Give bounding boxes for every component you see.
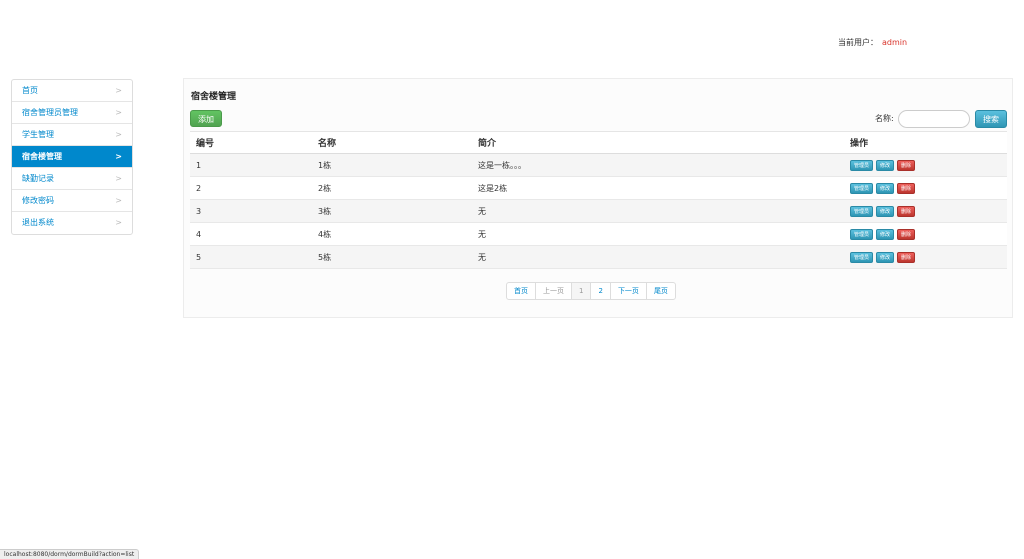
cell-actions: 管理员 修改 删除 <box>844 245 1007 269</box>
pagination-last[interactable]: 尾页 <box>647 283 675 299</box>
table-row: 3 3栋 无 管理员 修改 删除 <box>190 199 1007 223</box>
search-input[interactable] <box>898 110 970 128</box>
table-row: 2 2栋 这是2栋 管理员 修改 删除 <box>190 176 1007 200</box>
cell-id: 4 <box>190 222 312 246</box>
cell-actions: 管理员 修改 删除 <box>844 176 1007 200</box>
chevron-right-icon: > <box>115 174 122 183</box>
page-title: 宿舍楼管理 <box>191 92 237 102</box>
column-header-actions: 操作 <box>844 131 1007 154</box>
cell-intro: 这是2栋 <box>472 176 844 200</box>
manager-button[interactable]: 管理员 <box>850 205 874 217</box>
chevron-right-icon: > <box>115 130 122 139</box>
browser-status-url: localhost:8080/dorm/dormBuild?action=lis… <box>0 549 140 559</box>
cell-intro: 无 <box>472 245 844 269</box>
sidebar-item-label: 宿舍楼管理 <box>22 152 62 161</box>
chevron-right-icon: > <box>115 196 122 205</box>
delete-button[interactable]: 删除 <box>897 251 916 263</box>
column-header-name: 名称 <box>312 131 472 154</box>
sidebar-item-label: 首页 <box>22 86 38 95</box>
edit-button[interactable]: 修改 <box>876 228 895 240</box>
delete-button[interactable]: 删除 <box>897 205 916 217</box>
table-header-row: 编号 名称 简介 操作 <box>190 131 1007 154</box>
table-row: 4 4栋 无 管理员 修改 删除 <box>190 222 1007 246</box>
pagination-next[interactable]: 下一页 <box>611 283 647 299</box>
cell-actions: 管理员 修改 删除 <box>844 222 1007 246</box>
chevron-right-icon: > <box>115 152 122 161</box>
chevron-right-icon: > <box>115 218 122 227</box>
delete-button[interactable]: 删除 <box>897 159 916 171</box>
search-button[interactable]: 搜索 <box>975 110 1007 128</box>
add-button[interactable]: 添加 <box>190 110 222 127</box>
edit-button[interactable]: 修改 <box>876 182 895 194</box>
chevron-right-icon: > <box>115 86 122 95</box>
cell-intro: 这是一栋。。。 <box>472 153 844 177</box>
cell-name: 2栋 <box>312 176 472 200</box>
current-user-bar: 当前用户： admin <box>838 37 907 48</box>
column-header-intro: 简介 <box>472 131 844 154</box>
pagination-page-2[interactable]: 2 <box>591 283 611 299</box>
current-user-name: admin <box>882 38 908 47</box>
sidebar-item-dorm-manager[interactable]: 宿舍管理员管理 > <box>12 102 132 124</box>
cell-actions: 管理员 修改 删除 <box>844 199 1007 223</box>
edit-button[interactable]: 修改 <box>876 251 895 263</box>
table-row: 1 1栋 这是一栋。。。 管理员 修改 删除 <box>190 153 1007 177</box>
cell-id: 1 <box>190 153 312 177</box>
pagination: 首页 上一页 1 2 下一页 尾页 <box>506 282 676 300</box>
column-header-id: 编号 <box>190 131 312 154</box>
dorm-building-panel: 宿舍楼管理 添加 名称: 搜索 编号 名称 简介 操作 1 1栋 这是一栋。。。… <box>183 78 1013 318</box>
edit-button[interactable]: 修改 <box>876 159 895 171</box>
cell-intro: 无 <box>472 199 844 223</box>
pagination-prev: 上一页 <box>536 283 572 299</box>
delete-button[interactable]: 删除 <box>897 228 916 240</box>
table-row: 5 5栋 无 管理员 修改 删除 <box>190 245 1007 269</box>
cell-name: 3栋 <box>312 199 472 223</box>
sidebar-item-absence-records[interactable]: 缺勤记录 > <box>12 168 132 190</box>
sidebar-item-label: 修改密码 <box>22 196 54 205</box>
sidebar-item-students[interactable]: 学生管理 > <box>12 124 132 146</box>
sidebar-item-label: 缺勤记录 <box>22 174 54 183</box>
sidebar-item-logout[interactable]: 退出系统 > <box>12 212 132 234</box>
pagination-page-1: 1 <box>572 283 592 299</box>
chevron-right-icon: > <box>115 108 122 117</box>
cell-name: 1栋 <box>312 153 472 177</box>
sidebar-item-label: 宿舍管理员管理 <box>22 108 78 117</box>
manager-button[interactable]: 管理员 <box>850 159 874 171</box>
sidebar-item-label: 学生管理 <box>22 130 54 139</box>
manager-button[interactable]: 管理员 <box>850 182 874 194</box>
pagination-first[interactable]: 首页 <box>507 283 536 299</box>
sidebar-item-change-password[interactable]: 修改密码 > <box>12 190 132 212</box>
cell-name: 4栋 <box>312 222 472 246</box>
delete-button[interactable]: 删除 <box>897 182 916 194</box>
cell-name: 5栋 <box>312 245 472 269</box>
dorm-building-table: 编号 名称 简介 操作 1 1栋 这是一栋。。。 管理员 修改 删除 2 2栋 这是… <box>190 131 1007 269</box>
cell-actions: 管理员 修改 删除 <box>844 153 1007 177</box>
current-user-label: 当前用户： <box>838 38 878 47</box>
cell-intro: 无 <box>472 222 844 246</box>
sidebar-item-label: 退出系统 <box>22 218 54 227</box>
cell-id: 3 <box>190 199 312 223</box>
sidebar-nav: 首页 > 宿舍管理员管理 > 学生管理 > 宿舍楼管理 > 缺勤记录 > 修改密… <box>11 79 133 235</box>
sidebar-item-home[interactable]: 首页 > <box>12 80 132 102</box>
manager-button[interactable]: 管理员 <box>850 251 874 263</box>
edit-button[interactable]: 修改 <box>876 205 895 217</box>
cell-id: 2 <box>190 176 312 200</box>
cell-id: 5 <box>190 245 312 269</box>
sidebar-item-dorm-buildings[interactable]: 宿舍楼管理 > <box>12 146 132 168</box>
manager-button[interactable]: 管理员 <box>850 228 874 240</box>
search-label: 名称: <box>875 114 894 123</box>
